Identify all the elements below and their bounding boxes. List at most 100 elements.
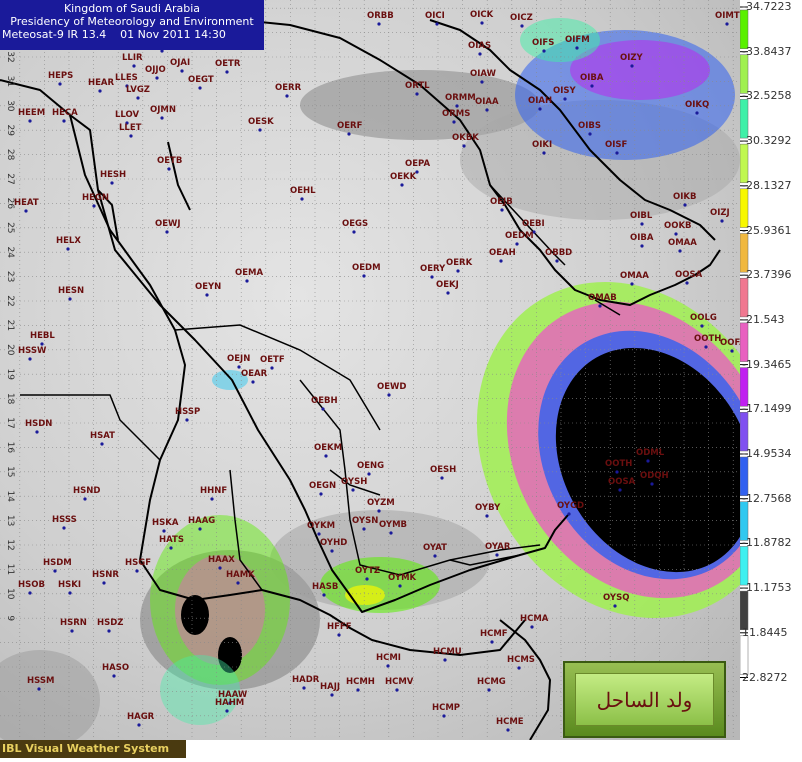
station-label: OIBL bbox=[630, 211, 653, 221]
station-dot bbox=[322, 593, 326, 597]
lat-label: 13 bbox=[5, 515, 15, 526]
station-dot bbox=[24, 209, 28, 213]
station-label: OEBI bbox=[522, 219, 545, 229]
station-dot bbox=[135, 569, 139, 573]
station-dot bbox=[695, 111, 699, 115]
station-label: HSSW bbox=[18, 346, 47, 356]
station-dot bbox=[225, 70, 229, 74]
station-dot bbox=[478, 52, 482, 56]
station-label: OEPA bbox=[405, 159, 430, 169]
station-label: OICK bbox=[470, 10, 494, 20]
station-label: HECA bbox=[52, 108, 78, 118]
station-dot bbox=[107, 629, 111, 633]
legend-label: 22.8272 bbox=[742, 670, 788, 684]
lat-label: 28 bbox=[5, 149, 15, 161]
station-label: OOSA bbox=[608, 477, 636, 487]
lat-label: 11 bbox=[5, 564, 15, 575]
station-dot bbox=[630, 282, 634, 286]
station-label: OOKB bbox=[664, 221, 692, 231]
station-dot bbox=[386, 664, 390, 668]
legend-swatch bbox=[739, 277, 749, 318]
station-dot bbox=[480, 21, 484, 25]
station-dot bbox=[35, 430, 39, 434]
station-label: HSGF bbox=[125, 558, 151, 568]
station-dot bbox=[319, 492, 323, 496]
station-label: HSDN bbox=[25, 419, 52, 429]
station-dot bbox=[415, 92, 419, 96]
station-label: OETB bbox=[157, 156, 182, 166]
station-label: OEHL bbox=[290, 186, 316, 196]
station-dot bbox=[500, 208, 504, 212]
station-label: OJJO bbox=[145, 65, 166, 75]
station-label: ODML bbox=[636, 448, 665, 458]
color-scale-legend: -34.7223 -33.8437 -32.5258 -30.3292 -28.1327… bbox=[739, 0, 802, 758]
station-dot bbox=[398, 584, 402, 588]
station-dot bbox=[137, 723, 141, 727]
station-dot bbox=[28, 357, 32, 361]
station-dot bbox=[674, 232, 678, 236]
lat-label: 21 bbox=[5, 320, 15, 331]
station-dot bbox=[185, 418, 189, 422]
station-label: OEGN bbox=[309, 481, 336, 491]
station-label: OISF bbox=[605, 140, 628, 150]
lat-label: 30 bbox=[5, 100, 15, 112]
station-dot bbox=[588, 132, 592, 136]
header-product: Meteosat-9 IR 13.4 01 Nov 2011 14:30 bbox=[2, 28, 226, 41]
station-dot bbox=[542, 151, 546, 155]
legend-label: -23.7396 bbox=[742, 268, 792, 282]
station-label: HSDM bbox=[43, 558, 72, 568]
station-label: OYTZ bbox=[355, 566, 380, 576]
station-dot bbox=[452, 120, 456, 124]
station-label: OIFS bbox=[532, 38, 554, 48]
station-dot bbox=[225, 709, 229, 713]
station-label: OKBK bbox=[452, 133, 479, 143]
station-label: HAJJ bbox=[320, 682, 340, 692]
station-label: HAAG bbox=[188, 516, 215, 526]
station-dot bbox=[555, 259, 559, 263]
station-label: OIKI bbox=[532, 140, 552, 150]
legend-label: -14.9534 bbox=[742, 447, 792, 460]
station-label: HFFF bbox=[327, 622, 352, 632]
station-dot bbox=[180, 69, 184, 73]
lat-label: 29 bbox=[5, 124, 15, 136]
station-dot bbox=[700, 324, 704, 328]
lat-label: 12 bbox=[5, 539, 15, 550]
station-dot bbox=[352, 230, 356, 234]
station-dot bbox=[462, 144, 466, 148]
station-label: OICZ bbox=[510, 13, 533, 23]
station-dot bbox=[443, 658, 447, 662]
station-label: OYAT bbox=[423, 543, 447, 553]
station-dot bbox=[62, 526, 66, 530]
station-dot bbox=[136, 96, 140, 100]
station-dot bbox=[68, 591, 72, 595]
station-label: OIBA bbox=[630, 233, 654, 243]
station-dot bbox=[389, 531, 393, 535]
station-label: OJAI bbox=[170, 58, 190, 68]
station-label: OEJB bbox=[490, 197, 513, 207]
station-label: HAHM bbox=[215, 698, 244, 708]
station-dot bbox=[337, 633, 341, 637]
station-label: HCMP bbox=[432, 703, 460, 713]
station-label: ORMM bbox=[445, 93, 476, 103]
station-label: OMAB bbox=[588, 293, 617, 303]
station-dot bbox=[433, 554, 437, 558]
station-label: HSNR bbox=[92, 570, 119, 580]
station-label: HEAR bbox=[88, 78, 114, 88]
station-dot bbox=[356, 688, 360, 692]
station-label: HSSM bbox=[27, 676, 54, 686]
legend-swatch bbox=[739, 635, 749, 675]
station-dot bbox=[618, 488, 622, 492]
station-label: OEKK bbox=[390, 172, 417, 182]
station-label: OYMK bbox=[388, 573, 417, 583]
station-dot bbox=[210, 497, 214, 501]
legend-label: -11.8782 bbox=[742, 536, 792, 550]
legend-label: -21.543 bbox=[742, 312, 785, 326]
station-label: OIAW bbox=[470, 69, 497, 79]
station-dot bbox=[102, 581, 106, 585]
legend-swatch bbox=[739, 188, 749, 228]
station-label: HASO bbox=[102, 663, 129, 673]
legend-swatch bbox=[739, 412, 749, 452]
station-label: OEDM bbox=[505, 231, 534, 241]
station-dot bbox=[725, 22, 729, 26]
station-dot bbox=[456, 269, 460, 273]
